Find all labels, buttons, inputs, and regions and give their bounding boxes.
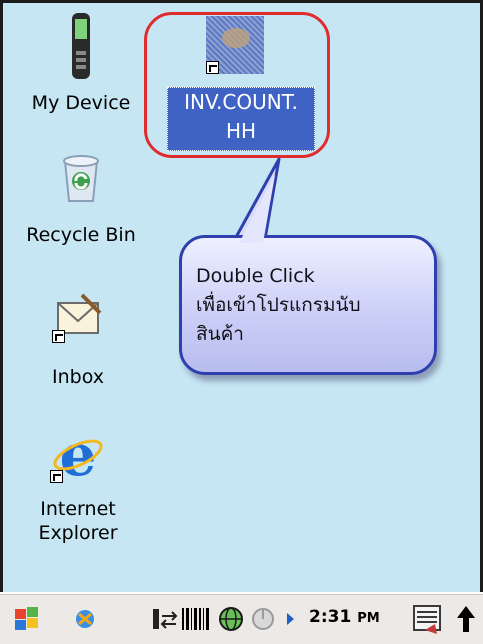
sync-icon[interactable] [70, 594, 100, 644]
barcode-scanner-icon[interactable] [180, 594, 214, 644]
desktop-icon-label: Internet Explorer [38, 498, 118, 544]
clock[interactable]: 2:31 PM [309, 607, 380, 627]
clock-ampm: PM [357, 611, 380, 626]
clock-time: 2:31 [309, 607, 352, 627]
svg-text:e: e [60, 427, 97, 483]
shortcut-arrow-icon [50, 470, 63, 483]
up-arrow-icon[interactable] [455, 594, 477, 644]
callout-pointer-cover [239, 175, 275, 243]
expand-tray-icon[interactable] [283, 594, 297, 644]
desktop-icon-internet-explorer[interactable]: e Internet Explorer [19, 427, 137, 545]
battery-icon[interactable] [250, 594, 276, 644]
wireless-globe-icon[interactable] [215, 594, 247, 644]
keyboard-input-icon[interactable] [411, 594, 443, 644]
desktop: My Device Recycle Bin Inbox e Internet E… [0, 0, 483, 644]
start-windows-flag-icon[interactable] [12, 594, 42, 644]
taskbar: 2:31 PM [0, 592, 483, 644]
connection-icon[interactable] [150, 594, 180, 644]
